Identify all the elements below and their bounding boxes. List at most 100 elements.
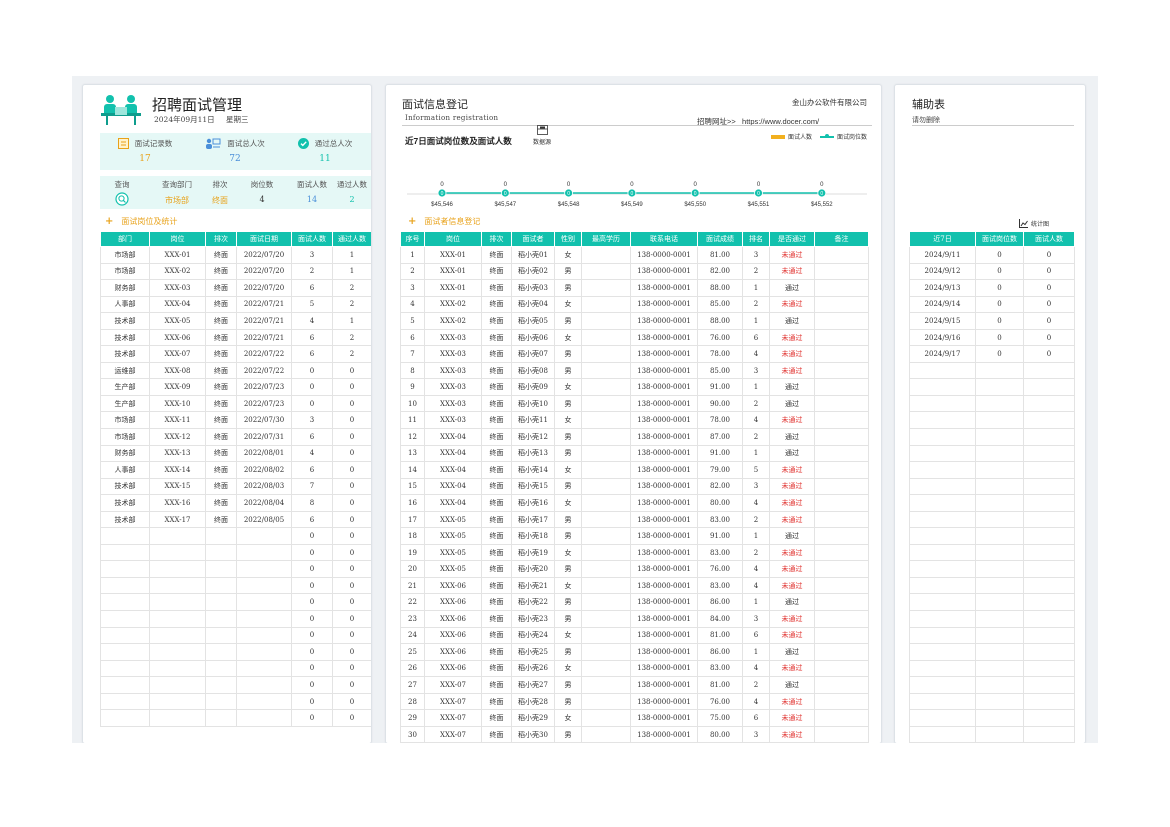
table-cell[interactable]: 终面: [481, 295, 512, 314]
table-cell[interactable]: [205, 643, 237, 661]
table-cell[interactable]: 终面: [481, 626, 512, 645]
table-cell[interactable]: [100, 576, 150, 595]
table-cell[interactable]: XXX-07: [424, 725, 482, 743]
table-cell[interactable]: 未通过: [769, 328, 815, 347]
table-cell[interactable]: 4: [742, 411, 770, 430]
table-cell[interactable]: 83.00: [697, 543, 743, 562]
table-cell[interactable]: 6: [400, 328, 425, 347]
table-cell[interactable]: [205, 659, 237, 678]
table-cell[interactable]: XXX-06: [424, 643, 482, 661]
table-cell[interactable]: [1023, 709, 1075, 727]
table-cell[interactable]: XXX-06: [149, 328, 206, 347]
table-cell[interactable]: 138-0000-0001: [630, 461, 698, 479]
table-cell[interactable]: [975, 543, 1024, 562]
table-cell[interactable]: 0: [291, 361, 333, 380]
query-dept-select[interactable]: 市场部: [150, 195, 204, 206]
table-cell[interactable]: [814, 312, 869, 330]
table-cell[interactable]: 0: [332, 676, 371, 694]
table-cell[interactable]: 0: [332, 643, 371, 661]
table-cell[interactable]: 稻小壳01: [511, 246, 555, 264]
table-cell[interactable]: 1: [400, 246, 425, 264]
table-cell[interactable]: [581, 246, 631, 264]
table-cell[interactable]: 终面: [481, 411, 512, 430]
table-cell[interactable]: 终面: [205, 428, 237, 446]
table-cell[interactable]: 终面: [205, 328, 237, 347]
table-cell[interactable]: [1023, 527, 1075, 545]
table-cell[interactable]: [975, 725, 1024, 743]
table-cell[interactable]: [1023, 543, 1075, 562]
table-cell[interactable]: [100, 593, 150, 612]
table-cell[interactable]: [100, 643, 150, 661]
table-cell[interactable]: 17: [400, 510, 425, 529]
table-cell[interactable]: [236, 709, 292, 727]
table-cell[interactable]: [975, 411, 1024, 430]
table-cell[interactable]: 终面: [481, 543, 512, 562]
table-cell[interactable]: [149, 659, 206, 678]
table-cell[interactable]: 81.00: [697, 676, 743, 694]
table-cell[interactable]: [1023, 626, 1075, 645]
table-cell[interactable]: [1023, 494, 1075, 512]
table-cell[interactable]: 稻小壳18: [511, 527, 555, 545]
table-cell[interactable]: [205, 610, 237, 628]
table-cell[interactable]: 未通过: [769, 411, 815, 430]
table-cell[interactable]: 终面: [481, 527, 512, 545]
table-cell[interactable]: 终面: [481, 593, 512, 612]
table-cell[interactable]: 2: [332, 345, 371, 363]
table-cell[interactable]: [814, 725, 869, 743]
table-cell[interactable]: 终面: [205, 295, 237, 314]
table-cell[interactable]: 0: [1023, 312, 1075, 330]
table-cell[interactable]: 2: [742, 543, 770, 562]
table-cell[interactable]: [814, 659, 869, 678]
table-cell[interactable]: 男: [554, 394, 582, 413]
table-cell[interactable]: 终面: [481, 477, 512, 496]
table-cell[interactable]: 21: [400, 576, 425, 595]
table-cell[interactable]: 6: [742, 709, 770, 727]
table-cell[interactable]: 0: [332, 543, 371, 562]
table-cell[interactable]: [581, 394, 631, 413]
table-cell[interactable]: 8: [291, 494, 333, 512]
table-cell[interactable]: [149, 709, 206, 727]
table-cell[interactable]: 女: [554, 328, 582, 347]
table-cell[interactable]: 通过: [769, 279, 815, 297]
table-cell[interactable]: 未通过: [769, 659, 815, 678]
table-cell[interactable]: 2: [332, 279, 371, 297]
table-cell[interactable]: [909, 643, 976, 661]
table-cell[interactable]: [236, 659, 292, 678]
search-icon[interactable]: [115, 192, 129, 206]
table-cell[interactable]: 4: [742, 494, 770, 512]
table-cell[interactable]: 生产部: [100, 378, 150, 396]
query-round-select[interactable]: 终面: [204, 195, 236, 206]
table-cell[interactable]: 3: [291, 246, 333, 264]
table-cell[interactable]: 2022/08/05: [236, 510, 292, 529]
table-cell[interactable]: 女: [554, 576, 582, 595]
table-cell[interactable]: 138-0000-0001: [630, 394, 698, 413]
table-cell[interactable]: [100, 610, 150, 628]
table-cell[interactable]: 终面: [481, 394, 512, 413]
table-cell[interactable]: [909, 411, 976, 430]
table-cell[interactable]: 0: [332, 428, 371, 446]
table-cell[interactable]: 2022/07/20: [236, 246, 292, 264]
table-cell[interactable]: 138-0000-0001: [630, 692, 698, 711]
table-cell[interactable]: 未通过: [769, 560, 815, 578]
table-cell[interactable]: XXX-12: [149, 428, 206, 446]
table-cell[interactable]: 0: [332, 477, 371, 496]
table-cell[interactable]: 6: [291, 279, 333, 297]
table-cell[interactable]: 3: [400, 279, 425, 297]
table-cell[interactable]: [100, 560, 150, 578]
table-cell[interactable]: 13: [400, 444, 425, 463]
table-cell[interactable]: 稻小壳06: [511, 328, 555, 347]
table-cell[interactable]: [909, 378, 976, 396]
table-cell[interactable]: [236, 643, 292, 661]
table-cell[interactable]: 0: [332, 593, 371, 612]
table-cell[interactable]: 2024/9/15: [909, 312, 976, 330]
table-cell[interactable]: 5: [400, 312, 425, 330]
table-cell[interactable]: [814, 411, 869, 430]
table-cell[interactable]: [909, 610, 976, 628]
table-cell[interactable]: 稻小壳19: [511, 543, 555, 562]
table-cell[interactable]: 稻小壳07: [511, 345, 555, 363]
table-cell[interactable]: 138-0000-0001: [630, 643, 698, 661]
table-cell[interactable]: 女: [554, 378, 582, 396]
table-cell[interactable]: 女: [554, 659, 582, 678]
table-cell[interactable]: 3: [291, 411, 333, 430]
table-cell[interactable]: 0: [332, 411, 371, 430]
